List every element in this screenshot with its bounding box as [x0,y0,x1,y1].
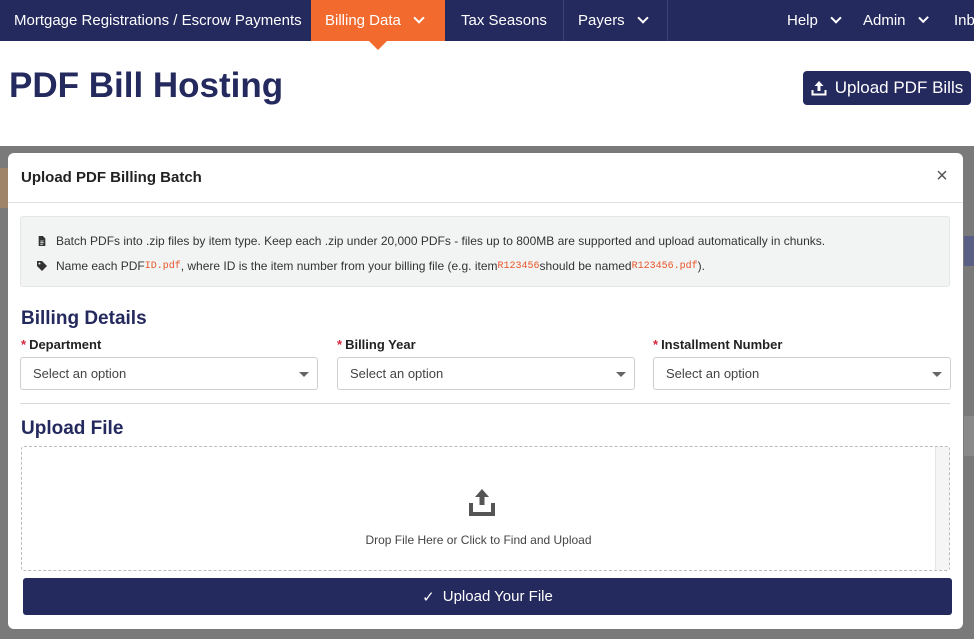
info-text: Name each PDF [56,259,145,273]
upload-icon [469,489,495,516]
chevron-down-icon [637,12,649,24]
required-marker: * [21,337,27,352]
nav-label: Mortgage Registrations / Escrow Payments [14,12,302,29]
nav-item-mortgage-registrations[interactable]: Mortgage Registrations / Escrow Payments [0,0,311,41]
file-icon [38,236,46,246]
nav-label: Admin [863,12,906,29]
field-label-text: Department [29,337,102,352]
dropzone-scrollbar[interactable] [935,447,949,570]
nav-item-tax-seasons[interactable]: Tax Seasons [445,0,563,41]
code-snippet: ID.pdf [144,260,181,272]
code-snippet: R123456 [497,260,540,272]
required-marker: * [337,337,343,352]
info-text: should be named [539,259,632,273]
department-label: * Department [21,337,101,352]
info-line-batch: Batch PDFs into .zip files by item type.… [37,234,825,248]
caret-down-icon [299,372,309,377]
chevron-down-icon [413,12,425,24]
select-value: Select an option [666,366,760,381]
nav-label: Billing Data [325,12,401,29]
active-nav-indicator [369,41,387,50]
modal-header: Upload PDF Billing Batch × [8,153,963,203]
caret-down-icon [932,372,942,377]
installment-number-label: * Installment Number [653,337,782,352]
upload-modal: Upload PDF Billing Batch × Batch PDFs in… [8,153,963,629]
upload-pdf-bills-label: Upload PDF Bills [834,78,964,97]
upload-your-file-button[interactable]: ✓ Upload Your File [23,578,952,615]
nav-item-admin[interactable]: Admin [849,0,941,41]
billing-year-select[interactable]: Select an option [337,357,635,390]
top-nav: Mortgage Registrations / Escrow Payments… [0,0,974,41]
submit-label: Upload Your File [442,588,553,605]
upload-icon [811,81,827,96]
installment-number-select[interactable]: Select an option [653,357,951,390]
background-fragment [964,416,974,456]
nav-item-help[interactable]: Help [773,0,855,41]
nav-item-inbox[interactable]: Inb [940,0,974,41]
billing-year-label: * Billing Year [337,337,416,352]
nav-label: Tax Seasons [461,12,547,29]
tag-icon [37,261,47,271]
info-box: Batch PDFs into .zip files by item type.… [20,216,950,287]
info-line-naming: Name each PDF ID.pdf , where ID is the i… [37,259,705,273]
upload-pdf-bills-button[interactable]: Upload PDF Bills [803,71,971,105]
select-value: Select an option [33,366,127,381]
nav-item-billing-data[interactable]: Billing Data [311,0,445,41]
nav-label: Inb [954,12,974,29]
chevron-down-icon [830,12,842,24]
nav-item-payers[interactable]: Payers [564,0,667,41]
file-dropzone[interactable]: Drop File Here or Click to Find and Uplo… [21,446,950,571]
department-select[interactable]: Select an option [20,357,318,390]
field-label-text: Billing Year [345,337,416,352]
section-divider [20,403,950,404]
billing-details-title: Billing Details [21,308,147,329]
nav-divider [667,0,668,41]
info-text: ). [697,259,705,273]
chevron-down-icon [917,12,929,24]
background-fragment [964,236,974,266]
select-value: Select an option [350,366,444,381]
check-icon: ✓ [422,588,435,606]
info-text: Batch PDFs into .zip files by item type.… [56,234,826,248]
dropzone-text: Drop File Here or Click to Find and Uplo… [365,533,592,547]
code-snippet: R123456.pdf [631,260,698,272]
nav-label: Help [787,12,818,29]
modal-title: Upload PDF Billing Batch [21,169,202,186]
field-label-text: Installment Number [661,337,783,352]
background-fragment [0,168,8,208]
caret-down-icon [616,372,626,377]
nav-label: Payers [578,12,625,29]
info-text: , where ID is the item number from your … [180,259,498,273]
required-marker: * [653,337,659,352]
close-icon[interactable]: × [931,165,953,187]
page-title: PDF Bill Hosting [9,66,284,105]
upload-file-title: Upload File [21,418,124,439]
